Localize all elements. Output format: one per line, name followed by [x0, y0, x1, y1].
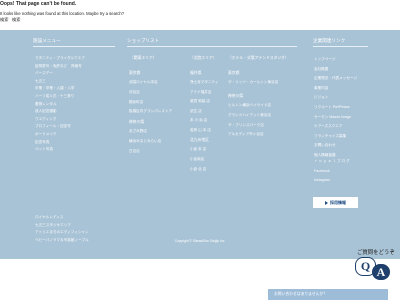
shop-link[interactable]: アミナ福井店 [190, 90, 212, 95]
col1-link[interactable]: 記念写真 [35, 140, 49, 145]
site-footer: 施設メニューマタニティ・ブライダルウエア 証明書写・免許など 資格写 バースデー七五… [0, 30, 400, 259]
hotel-pref-tokyo: 東京都 [228, 71, 240, 75]
corp-link-social[interactable]: ｒ ｏ ｙ ａ ｌ ブ ロ グ [314, 159, 350, 164]
shop-area-kanto: （関東エリア） [130, 56, 157, 60]
col1-link[interactable]: ハーフ成人式・十三参り [35, 94, 74, 99]
corp-link[interactable]: フランチャイズ募集 [314, 134, 346, 139]
arrow-right-icon [325, 200, 328, 205]
hotel-link[interactable]: ザ・プリンスパーク店 [228, 123, 264, 128]
corp-link[interactable]: 会社概要 [314, 67, 328, 72]
shop-pref-tokyo: 東京都 [129, 71, 141, 75]
qa-label[interactable]: ご質問をどうぞ [357, 248, 395, 256]
shop-pref-fukui: 福井県 [190, 71, 202, 75]
answer-bubble-icon[interactable]: A [372, 264, 390, 280]
col1-link[interactable]: 証明書写・免許など 資格写 [35, 64, 82, 69]
col2-title: ショップリスト [127, 38, 160, 43]
shop-link[interactable]: 錦糸町店 [129, 100, 143, 105]
col1-link[interactable]: ウエディング [35, 117, 56, 122]
corp-link[interactable]: 企業理念・代表メッセージ [314, 76, 357, 81]
hotel-link[interactable]: ヒルトン横浜ベイサイド店 [228, 103, 271, 108]
corp-link[interactable]: サーモン Mason Image [314, 115, 351, 120]
corp-link[interactable]: 事業内容 [314, 86, 328, 91]
col1-link[interactable]: 成人記念撮影 [35, 109, 57, 114]
shop-area-hotel: （ホテル・式場アテンドスタジオ） [228, 56, 289, 60]
col1-link-sub[interactable]: 七五三スタジオエリア [35, 223, 71, 228]
search-link[interactable]: 検索 [0, 17, 8, 22]
corp-link[interactable]: お問い合わせ [314, 143, 336, 148]
col1-rule [33, 46, 115, 47]
shop-link[interactable]: 小倉 北 店 [190, 167, 206, 172]
chat-bar[interactable]: お問い合わせはありませんか？ [268, 289, 388, 300]
shop-link[interactable]: 小倉南店 [190, 157, 204, 162]
hotel-link[interactable]: グランドハイアット東京店 [228, 113, 271, 118]
hotel-link[interactable]: アルカディア市ヶ谷店 [228, 132, 264, 137]
col1-link[interactable]: バースデー [35, 71, 53, 76]
shop-link[interactable]: 池袋ロイヤル本店 [129, 80, 158, 85]
shop-link[interactable]: 横浜みなとみらい店 [129, 139, 161, 144]
col1-link[interactable]: 着物レンタル [35, 102, 57, 107]
shop-link[interactable]: 渋谷店 [129, 90, 140, 95]
chat-label: お問い合わせはありませんか？ [274, 292, 328, 296]
hotel-link[interactable]: ザ・リッツ・カールトン東京店 [228, 80, 278, 85]
copyright: Copyright © ShinsaiSha Shojijo Inc. [174, 239, 226, 243]
col1-link[interactable]: 七五三 [35, 79, 46, 84]
shop-link[interactable]: 若狭 山 本 店 [190, 128, 211, 133]
corp-link[interactable]: リクルート PerfPeace [314, 105, 350, 110]
col1-link-sub[interactable]: アトリエまちのエディフィシャン [35, 230, 89, 235]
shop-link[interactable]: あざみ野店 [129, 129, 147, 134]
shop-link[interactable]: 敦賀 和装 店 [190, 99, 210, 104]
col2-rule [127, 46, 297, 47]
col1-link[interactable]: 卒業・卒業・入園・入学 [35, 86, 75, 91]
hotel-pref-kanagawa: 神奈川県 [228, 94, 244, 98]
col3-rule [313, 46, 368, 47]
corp-link[interactable]: トップページ [314, 57, 336, 62]
shop-link[interactable]: 浄土寺マタニティ [190, 80, 219, 85]
col1-title: 施設メニュー [33, 38, 61, 43]
corp-link-social[interactable]: Instagram [314, 178, 330, 183]
col1-link[interactable]: マタニティ・ブライダルウエア [35, 56, 85, 61]
col3-title: 企業関連リンク [313, 38, 346, 43]
col1-link[interactable]: ペット写真 [35, 147, 53, 152]
recruit-button-label: 採用情報 [330, 199, 346, 205]
corp-link[interactable]: ビジョン [314, 95, 328, 100]
error-title: Oops! That page can't be found. [0, 1, 77, 7]
corp-link[interactable]: 個人情報保護 [314, 153, 336, 158]
corp-link-social[interactable]: Facebook [314, 169, 330, 174]
shop-link[interactable]: 本 小 浜 店 [190, 118, 207, 123]
search-button[interactable]: 検索 [12, 17, 20, 22]
error-message: It looks like nothing was found at this … [0, 11, 125, 16]
col1-link[interactable]: ボードメイク [35, 132, 57, 137]
shop-link[interactable]: 武生 店 [190, 109, 202, 114]
shop-link[interactable]: 板橋区内グランパレストア [129, 109, 172, 114]
col1-link[interactable]: プロフィール・記念写 [35, 124, 71, 129]
shop-link[interactable]: 日吉店 [129, 149, 140, 154]
shop-pref-kanagawa: 神奈川県 [129, 120, 145, 124]
shop-area-hokuriku: （北陸エリア） [190, 56, 217, 60]
shop-link[interactable]: 小倉 本 店 [190, 147, 206, 152]
shop-pref-kitakyushu: 北九州地区 [190, 138, 209, 142]
col1-link-sub[interactable]: ロイヤルレディス [35, 215, 63, 220]
recruit-button[interactable]: 採用情報 [313, 197, 358, 208]
corp-link[interactable]: ケアーズスクエア [314, 124, 342, 129]
